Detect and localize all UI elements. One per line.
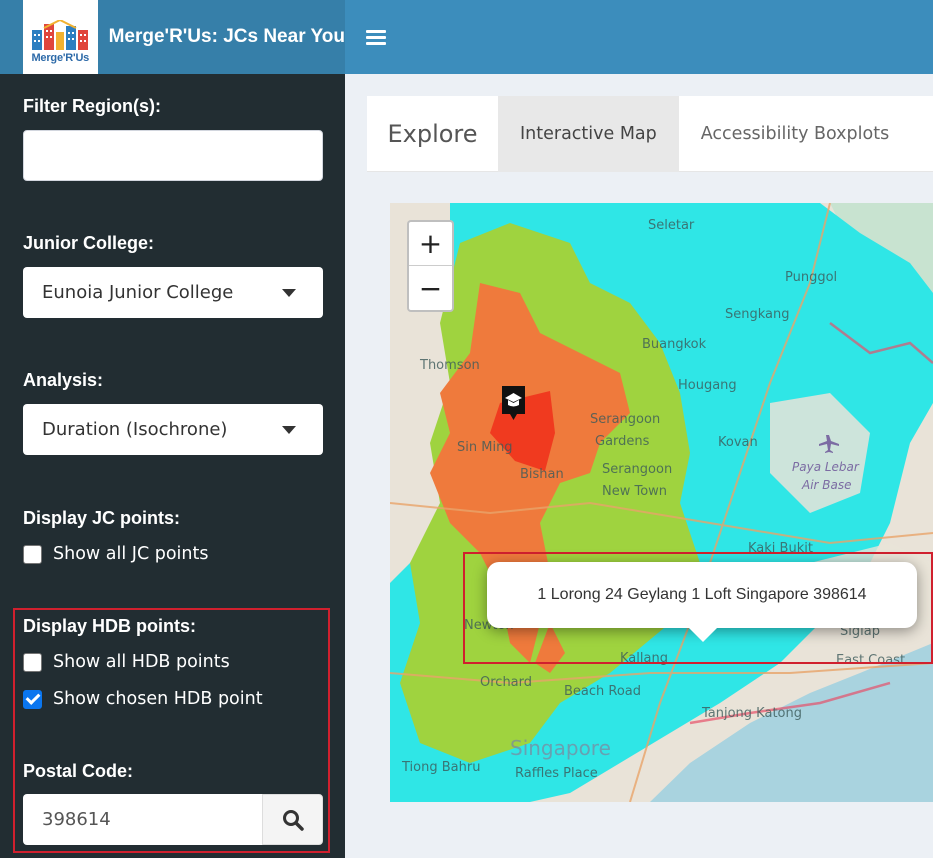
svg-text:Singapore: Singapore	[510, 736, 611, 760]
svg-text:Thomson: Thomson	[419, 358, 480, 373]
show-all-hdb-checkbox[interactable]	[23, 652, 42, 672]
search-icon	[282, 809, 304, 831]
show-all-jc-checkbox[interactable]	[23, 544, 42, 564]
postal-code-input[interactable]: 398614	[23, 794, 263, 845]
show-all-jc-checkbox-row[interactable]: Show all JC points	[23, 544, 208, 564]
show-chosen-hdb-label: Show chosen HDB point	[53, 689, 263, 709]
filter-region-input[interactable]	[23, 130, 323, 181]
svg-text:Punggol: Punggol	[785, 270, 837, 285]
analysis-value: Duration (Isochrone)	[42, 419, 228, 440]
show-all-hdb-label: Show all HDB points	[53, 652, 230, 672]
analysis-select[interactable]: Duration (Isochrone)	[23, 404, 323, 455]
junior-college-label: Junior College:	[23, 233, 155, 253]
analysis-label: Analysis:	[23, 370, 104, 390]
svg-text:Bishan: Bishan	[520, 467, 564, 482]
show-all-jc-label: Show all JC points	[53, 544, 209, 564]
app-title: Merge'R'Us: JCs Near You	[108, 26, 345, 47]
svg-text:Beach Road: Beach Road	[564, 684, 641, 699]
show-chosen-hdb-checkbox-row[interactable]: Show chosen HDB point	[23, 689, 263, 709]
svg-text:Tanjong Katong: Tanjong Katong	[701, 706, 802, 721]
svg-text:Seletar: Seletar	[648, 218, 695, 233]
logo-text: Merge'R'Us	[31, 52, 90, 64]
brand-bar: Merge'R'Us Merge'R'Us: JCs Near You	[0, 0, 345, 74]
chevron-down-icon	[282, 426, 296, 434]
app-logo[interactable]: Merge'R'Us	[23, 0, 98, 74]
svg-text:Serangoon: Serangoon	[590, 412, 660, 427]
interactive-map[interactable]: Seletar Punggol Sengkang Buangkok Hougan…	[390, 203, 933, 802]
zoom-out-button[interactable]: −	[409, 266, 452, 310]
postal-code-label: Postal Code:	[23, 761, 134, 781]
svg-text:Orchard: Orchard	[480, 675, 532, 690]
svg-text:Serangoon: Serangoon	[602, 462, 672, 477]
postal-search-button[interactable]	[262, 794, 323, 845]
tab-accessibility-boxplots[interactable]: Accessibility Boxplots	[679, 96, 911, 172]
svg-text:Raffles Place: Raffles Place	[515, 766, 598, 781]
tabset-title: Explore	[387, 120, 478, 148]
tab-bar: Explore Interactive Map Accessibility Bo…	[367, 96, 933, 172]
svg-text:Paya Lebar: Paya Lebar	[792, 460, 860, 474]
sidebar: Filter Region(s): Junior College: Eunoia…	[0, 74, 345, 858]
zoom-in-button[interactable]: +	[409, 222, 452, 266]
display-hdb-label: Display HDB points:	[23, 616, 197, 636]
svg-text:Buangkok: Buangkok	[642, 337, 707, 352]
svg-text:Sengkang: Sengkang	[725, 307, 790, 322]
popup-tip	[688, 627, 718, 642]
show-all-hdb-checkbox-row[interactable]: Show all HDB points	[23, 652, 230, 672]
svg-text:Gardens: Gardens	[595, 434, 650, 449]
map-popup: 1 Lorong 24 Geylang 1 Loft Singapore 398…	[487, 562, 917, 628]
zoom-control: + −	[407, 220, 454, 312]
svg-text:Hougang: Hougang	[678, 378, 737, 393]
popup-address: 1 Lorong 24 Geylang 1 Loft Singapore 398…	[537, 586, 867, 603]
svg-text:Tiong Bahru: Tiong Bahru	[401, 760, 480, 775]
tab-interactive-map[interactable]: Interactive Map	[498, 96, 679, 172]
show-chosen-hdb-checkbox[interactable]	[23, 689, 42, 709]
svg-text:Air Base: Air Base	[801, 478, 852, 492]
jc-marker-icon[interactable]	[502, 386, 525, 420]
junior-college-select[interactable]: Eunoia Junior College	[23, 267, 323, 318]
filter-region-label: Filter Region(s):	[23, 96, 161, 116]
svg-text:New Town: New Town	[602, 484, 667, 499]
sidebar-toggle-icon[interactable]	[366, 27, 386, 48]
junior-college-value: Eunoia Junior College	[42, 282, 234, 303]
chevron-down-icon	[282, 289, 296, 297]
display-jc-label: Display JC points:	[23, 508, 181, 528]
svg-text:Kovan: Kovan	[718, 435, 758, 450]
top-navbar	[345, 0, 933, 74]
svg-text:Sin Ming: Sin Ming	[457, 440, 513, 455]
map-canvas: Seletar Punggol Sengkang Buangkok Hougan…	[390, 203, 933, 802]
buildings-icon	[32, 20, 89, 50]
app-header: Merge'R'Us Merge'R'Us: JCs Near You	[0, 0, 933, 74]
